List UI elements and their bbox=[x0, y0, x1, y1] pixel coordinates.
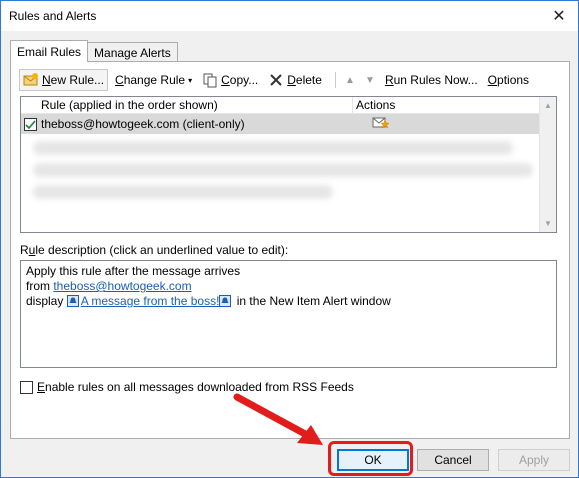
rules-list-header: Rule (applied in the order shown) Action… bbox=[21, 97, 539, 114]
rule-description-box: Apply this rule after the message arrive… bbox=[20, 260, 557, 368]
change-rule-button[interactable]: Change Rule ▾ bbox=[112, 69, 195, 91]
rules-toolbar: New Rule... Change Rule ▾ Copy... Delete… bbox=[19, 68, 536, 92]
rule-name: theboss@howtogeek.com (client-only) bbox=[41, 117, 245, 131]
email-rules-panel: New Rule... Change Rule ▾ Copy... Delete… bbox=[10, 61, 570, 439]
rss-rules-option[interactable]: Enable rules on all messages downloaded … bbox=[20, 380, 354, 394]
copy-mnemonic: C bbox=[221, 73, 230, 87]
run-rules-label: un Rules Now... bbox=[393, 73, 478, 87]
rules-and-alerts-dialog: Rules and Alerts ✕ Email Rules Manage Al… bbox=[0, 0, 579, 478]
cancel-label: Cancel bbox=[434, 453, 472, 467]
apply-label: Apply bbox=[518, 453, 550, 467]
desc-label-after: le description (click an underlined valu… bbox=[35, 243, 289, 257]
new-rule-button[interactable]: New Rule... bbox=[19, 69, 109, 91]
options-mnemonic: O bbox=[487, 73, 498, 87]
copy-label: opy... bbox=[229, 73, 259, 87]
display-prefix: display bbox=[26, 294, 67, 308]
tab-email-rules-label: Email Rules bbox=[17, 44, 82, 59]
alert-bell-icon bbox=[66, 295, 79, 311]
description-line-1: Apply this rule after the message arrive… bbox=[26, 264, 241, 278]
rss-mnemonic: E bbox=[37, 380, 46, 394]
blurred-rule-row bbox=[33, 163, 533, 177]
envelope-star-icon bbox=[372, 116, 390, 133]
apply-button[interactable]: Apply bbox=[498, 449, 570, 471]
ok-label: OK bbox=[364, 453, 382, 467]
delete-rule-button[interactable]: Delete bbox=[265, 69, 325, 91]
rss-rules-checkbox[interactable] bbox=[20, 380, 33, 394]
rule-row[interactable]: theboss@howtogeek.com (client-only) bbox=[21, 114, 539, 134]
new-rule-mnemonic: N bbox=[42, 73, 51, 87]
rule-description-label: Rule description (click an underlined va… bbox=[20, 243, 288, 257]
close-icon[interactable]: ✕ bbox=[550, 7, 568, 25]
rule-enabled-checkbox[interactable] bbox=[24, 117, 37, 131]
title-bar: Rules and Alerts ✕ bbox=[1, 1, 578, 31]
tab-manage-alerts-label: Manage Alerts bbox=[94, 45, 171, 60]
scroll-up-icon[interactable]: ▲ bbox=[540, 97, 556, 114]
desc-label-before: R bbox=[20, 243, 29, 257]
options-button[interactable]: Options bbox=[485, 69, 532, 91]
dialog-title: Rules and Alerts bbox=[9, 9, 97, 23]
delete-label: elete bbox=[295, 73, 322, 87]
rules-list-scrollbar[interactable]: ▲ ▼ bbox=[539, 97, 556, 232]
run-rules-now-button[interactable]: Run Rules Now... bbox=[382, 69, 481, 91]
blurred-rule-row bbox=[33, 141, 513, 155]
description-line-2: from theboss@howtogeek.com bbox=[26, 279, 551, 294]
delete-x-icon bbox=[268, 72, 284, 88]
cancel-button[interactable]: Cancel bbox=[417, 449, 489, 471]
blurred-rule-row bbox=[33, 185, 333, 199]
toolbar-separator bbox=[334, 72, 336, 88]
tab-strip: Email Rules Manage Alerts bbox=[10, 40, 178, 62]
delete-mnemonic: D bbox=[287, 73, 296, 87]
alert-bell-icon bbox=[219, 295, 232, 311]
from-prefix: from bbox=[26, 279, 54, 293]
chevron-down-icon: ▾ bbox=[188, 75, 193, 85]
column-header-rule[interactable]: Rule (applied in the order shown) bbox=[21, 97, 353, 113]
sender-link[interactable]: theboss@howtogeek.com bbox=[53, 279, 191, 293]
rss-label: nable rules on all messages downloaded f… bbox=[45, 380, 354, 394]
alert-message-link[interactable]: A message from the boss! bbox=[66, 294, 234, 311]
change-rule-mnemonic: C bbox=[115, 73, 124, 87]
rules-list[interactable]: Rule (applied in the order shown) Action… bbox=[20, 96, 557, 233]
options-label: ptions bbox=[497, 73, 530, 87]
scroll-down-icon[interactable]: ▼ bbox=[540, 215, 556, 232]
column-header-actions[interactable]: Actions bbox=[353, 97, 539, 113]
new-rule-icon bbox=[23, 72, 39, 88]
copy-icon bbox=[202, 72, 218, 88]
change-rule-label: hange Rule bbox=[123, 73, 186, 87]
ok-button[interactable]: OK bbox=[337, 449, 409, 471]
move-down-icon[interactable]: ▼ bbox=[362, 75, 378, 86]
move-up-icon[interactable]: ▲ bbox=[342, 75, 358, 86]
tab-email-rules[interactable]: Email Rules bbox=[10, 40, 89, 62]
description-line-3: display A message from the boss! in the … bbox=[26, 294, 551, 311]
display-suffix: in the New Item Alert window bbox=[233, 294, 391, 308]
tab-manage-alerts[interactable]: Manage Alerts bbox=[87, 42, 178, 62]
copy-rule-button[interactable]: Copy... bbox=[199, 69, 261, 91]
run-rules-mnemonic: R bbox=[384, 73, 394, 87]
checkmark-icon bbox=[25, 119, 36, 129]
alert-message-text: A message from the boss! bbox=[80, 294, 220, 308]
new-rule-label: ew Rule... bbox=[50, 73, 105, 87]
